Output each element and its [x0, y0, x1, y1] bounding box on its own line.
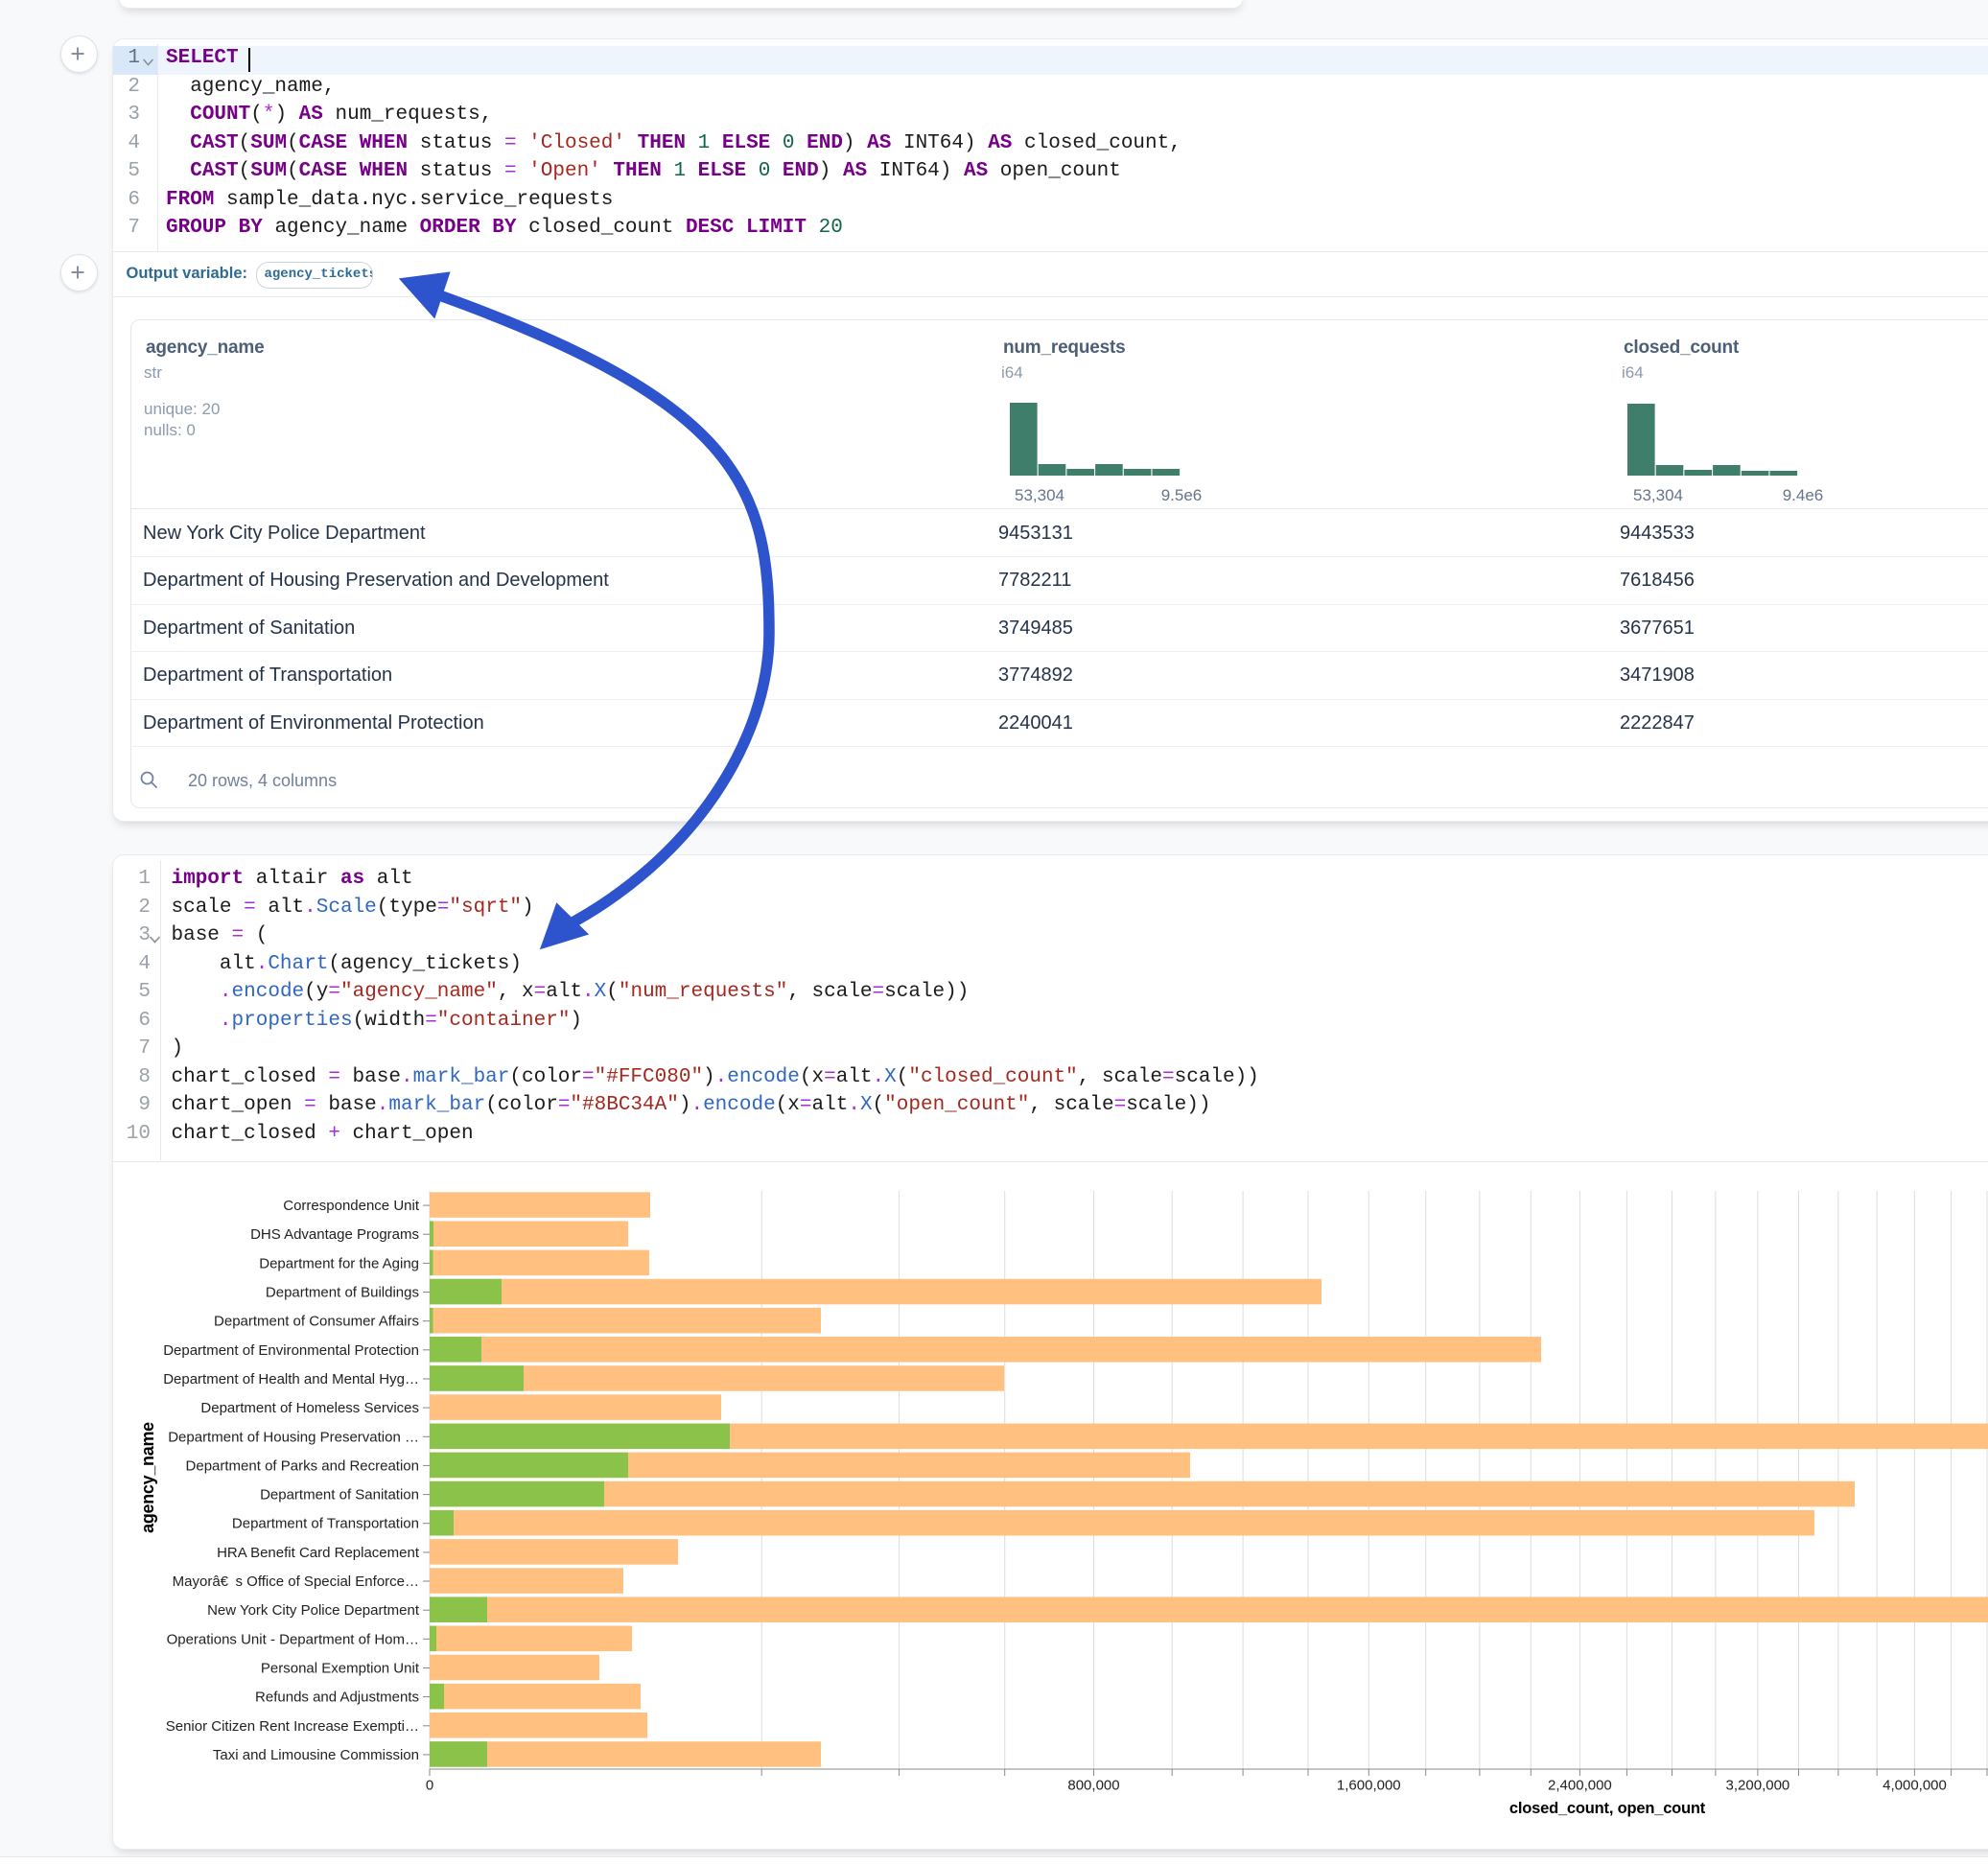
svg-text:Personal Exemption Unit: Personal Exemption Unit	[261, 1661, 420, 1677]
svg-text:2,400,000: 2,400,000	[1548, 1778, 1612, 1794]
svg-text:Department of Consumer Affairs: Department of Consumer Affairs	[214, 1314, 419, 1330]
svg-text:Department of Transportation: Department of Transportation	[232, 1516, 419, 1532]
svg-text:agency_name: agency_name	[138, 1422, 157, 1533]
svg-text:Operations Unit - Department o: Operations Unit - Department of Hom…	[167, 1631, 419, 1647]
svg-text:closed_count, open_count: closed_count, open_count	[1509, 1800, 1706, 1817]
svg-text:Department of Housing Preserva: Department of Housing Preservation …	[168, 1429, 419, 1445]
svg-text:Refunds and Adjustments: Refunds and Adjustments	[255, 1690, 419, 1706]
svg-text:Department for the Aging: Department for the Aging	[259, 1255, 419, 1271]
svg-text:Department of Parks and Recrea: Department of Parks and Recreation	[186, 1457, 419, 1474]
svg-text:3,200,000: 3,200,000	[1726, 1778, 1790, 1794]
svg-text:Mayorâ€ s Office of Special En: Mayorâ€ s Office of Special Enforce…	[173, 1574, 419, 1590]
svg-text:Department of Buildings: Department of Buildings	[266, 1285, 419, 1301]
svg-text:Senior Citizen Rent Increase E: Senior Citizen Rent Increase Exempti…	[166, 1718, 419, 1735]
svg-text:Taxi and Limousine Commission: Taxi and Limousine Commission	[213, 1747, 419, 1763]
svg-text:Department of Health and Menta: Department of Health and Mental Hyg…	[163, 1371, 419, 1387]
svg-text:HRA Benefit Card Replacement: HRA Benefit Card Replacement	[217, 1545, 420, 1561]
svg-text:New York City Police Departmen: New York City Police Department	[207, 1602, 420, 1619]
svg-text:4,000,000: 4,000,000	[1883, 1778, 1947, 1794]
svg-text:800,000: 800,000	[1067, 1778, 1119, 1794]
svg-text:Department of Homeless Service: Department of Homeless Services	[200, 1400, 419, 1416]
svg-text:0: 0	[426, 1778, 433, 1794]
svg-text:Correspondence Unit: Correspondence Unit	[283, 1198, 420, 1214]
svg-text:DHS Advantage Programs: DHS Advantage Programs	[250, 1226, 419, 1243]
svg-text:Department of Environmental Pr: Department of Environmental Protection	[163, 1342, 419, 1359]
svg-text:1,600,000: 1,600,000	[1337, 1778, 1401, 1794]
svg-text:Department of Sanitation: Department of Sanitation	[260, 1487, 419, 1504]
